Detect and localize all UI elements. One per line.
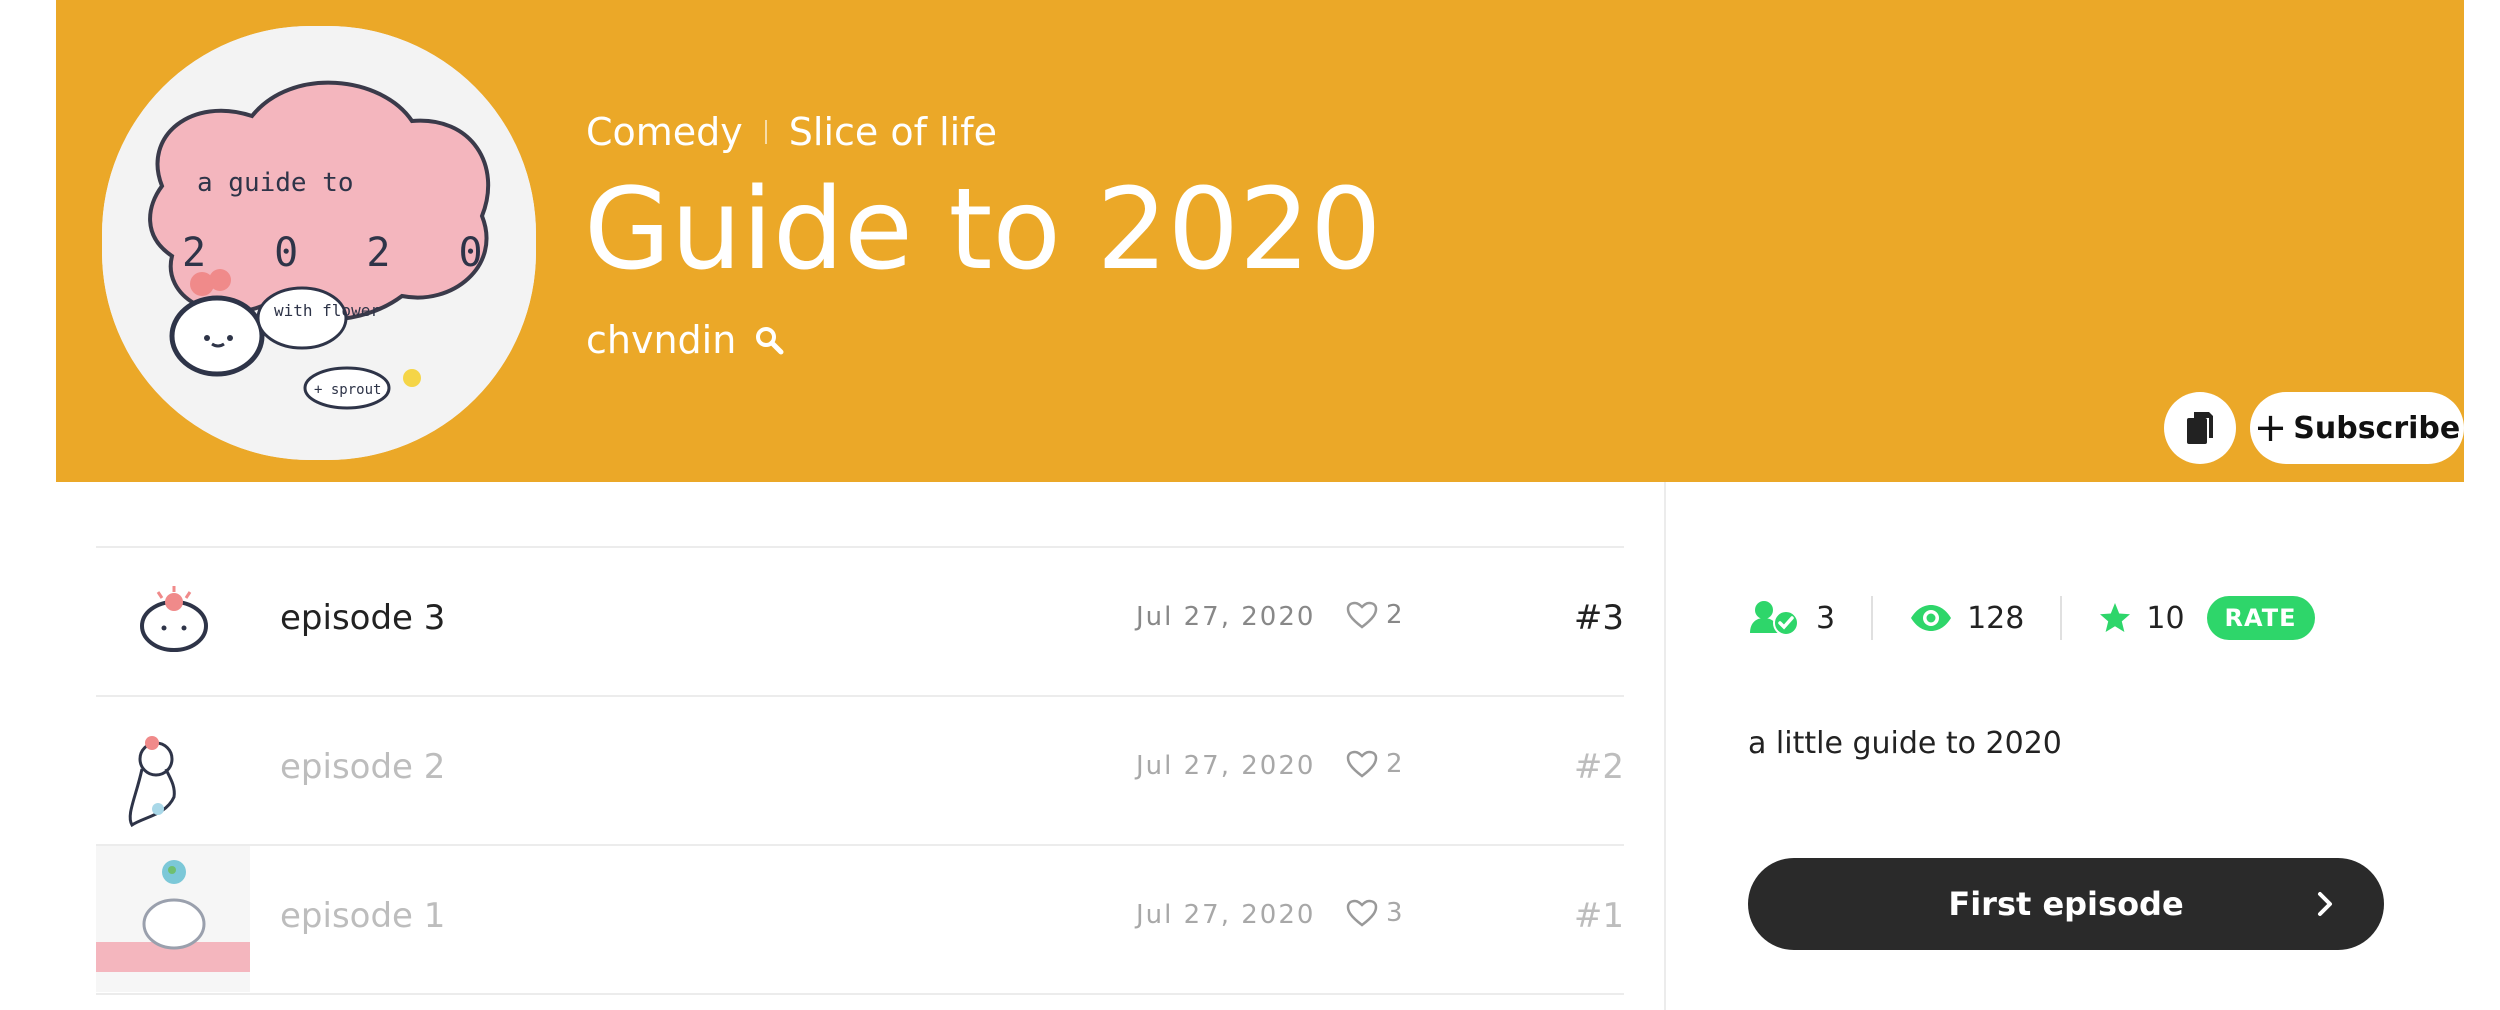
episode-title[interactable]: episode 1	[280, 896, 445, 936]
episode-row[interactable]: episode 3 Jul 27, 2020 2 #3	[96, 546, 1624, 695]
episode-likes-count: 2	[1386, 749, 1403, 779]
author-name[interactable]: chvndin	[586, 318, 736, 362]
subscribers-count: 3	[1816, 600, 1836, 636]
first-episode-button[interactable]: First episode	[1748, 858, 2384, 950]
episode-row[interactable]: episode 2 Jul 27, 2020 2 #2	[96, 695, 1624, 844]
chevron-right-icon	[2318, 892, 2332, 916]
genre-separator	[764, 120, 767, 144]
eye-icon	[1911, 605, 1952, 631]
copy-link-button[interactable]	[2164, 392, 2236, 464]
genre-list: Comedy Slice of life	[586, 110, 997, 154]
episode-thumbnail[interactable]	[96, 697, 250, 843]
star-icon	[2100, 603, 2131, 632]
cover-text-line1: a guide to	[197, 168, 354, 198]
cover-text-line2: 2 0 2 0	[182, 230, 505, 276]
episode-number: #3	[1573, 598, 1624, 638]
heart-icon	[1346, 750, 1378, 778]
plus-icon: +	[2253, 405, 2288, 451]
episode-likes: 2	[1346, 749, 1403, 779]
episode-date: Jul 27, 2020	[1136, 751, 1316, 781]
series-stats: 3 128 10 RATE	[1748, 596, 2315, 640]
rating-value: 10	[2146, 600, 2185, 636]
subscribers-stat: 3	[1748, 599, 1835, 637]
episode-likes-count: 3	[1386, 898, 1403, 928]
genre-slice-of-life[interactable]: Slice of life	[789, 110, 997, 154]
stat-divider	[1871, 596, 1874, 640]
episode-thumbnail[interactable]	[96, 548, 250, 694]
series-description: a little guide to 2020	[1748, 726, 2062, 761]
episode-likes: 2	[1346, 600, 1403, 630]
series-cover-image: a guide to 2 0 2 0 with flower + sprout	[102, 26, 536, 460]
heart-icon	[1346, 899, 1378, 927]
search-icon[interactable]	[754, 325, 784, 355]
first-episode-label: First episode	[1948, 885, 2184, 923]
stat-divider	[2060, 596, 2063, 640]
episode-title[interactable]: episode 3	[280, 598, 445, 638]
views-stat: 128	[1909, 601, 2024, 636]
subscribe-label: Subscribe	[2293, 410, 2461, 446]
column-divider	[1664, 482, 1666, 1010]
episode-thumbnail[interactable]	[96, 846, 250, 992]
episode-title[interactable]: episode 2	[280, 747, 445, 787]
episode-date: Jul 27, 2020	[1136, 602, 1316, 632]
views-count: 128	[1967, 600, 2025, 636]
heart-icon	[1346, 601, 1378, 629]
cover-text-line3: with flower	[274, 301, 380, 320]
series-title: Guide to 2020	[584, 165, 1382, 295]
episode-date: Jul 27, 2020	[1136, 900, 1316, 930]
copy-icon	[2187, 412, 2213, 444]
episode-number: #2	[1573, 747, 1624, 787]
author-link[interactable]: chvndin	[586, 318, 784, 362]
rating-stat: 10	[2098, 600, 2185, 636]
rate-button[interactable]: RATE	[2206, 596, 2315, 640]
episode-list: episode 3 Jul 27, 2020 2 #3 episode 2 Ju…	[96, 546, 1624, 995]
subscribers-icon	[1750, 601, 1799, 636]
episode-row[interactable]: episode 1 Jul 27, 2020 3 #1	[96, 844, 1624, 995]
episode-likes-count: 2	[1386, 600, 1403, 630]
episode-number: #1	[1573, 896, 1624, 936]
genre-comedy[interactable]: Comedy	[586, 110, 743, 154]
cover-text-line4: + sprout	[314, 382, 381, 398]
episode-likes: 3	[1346, 898, 1403, 928]
subscribe-button[interactable]: + Subscribe	[2250, 392, 2464, 464]
